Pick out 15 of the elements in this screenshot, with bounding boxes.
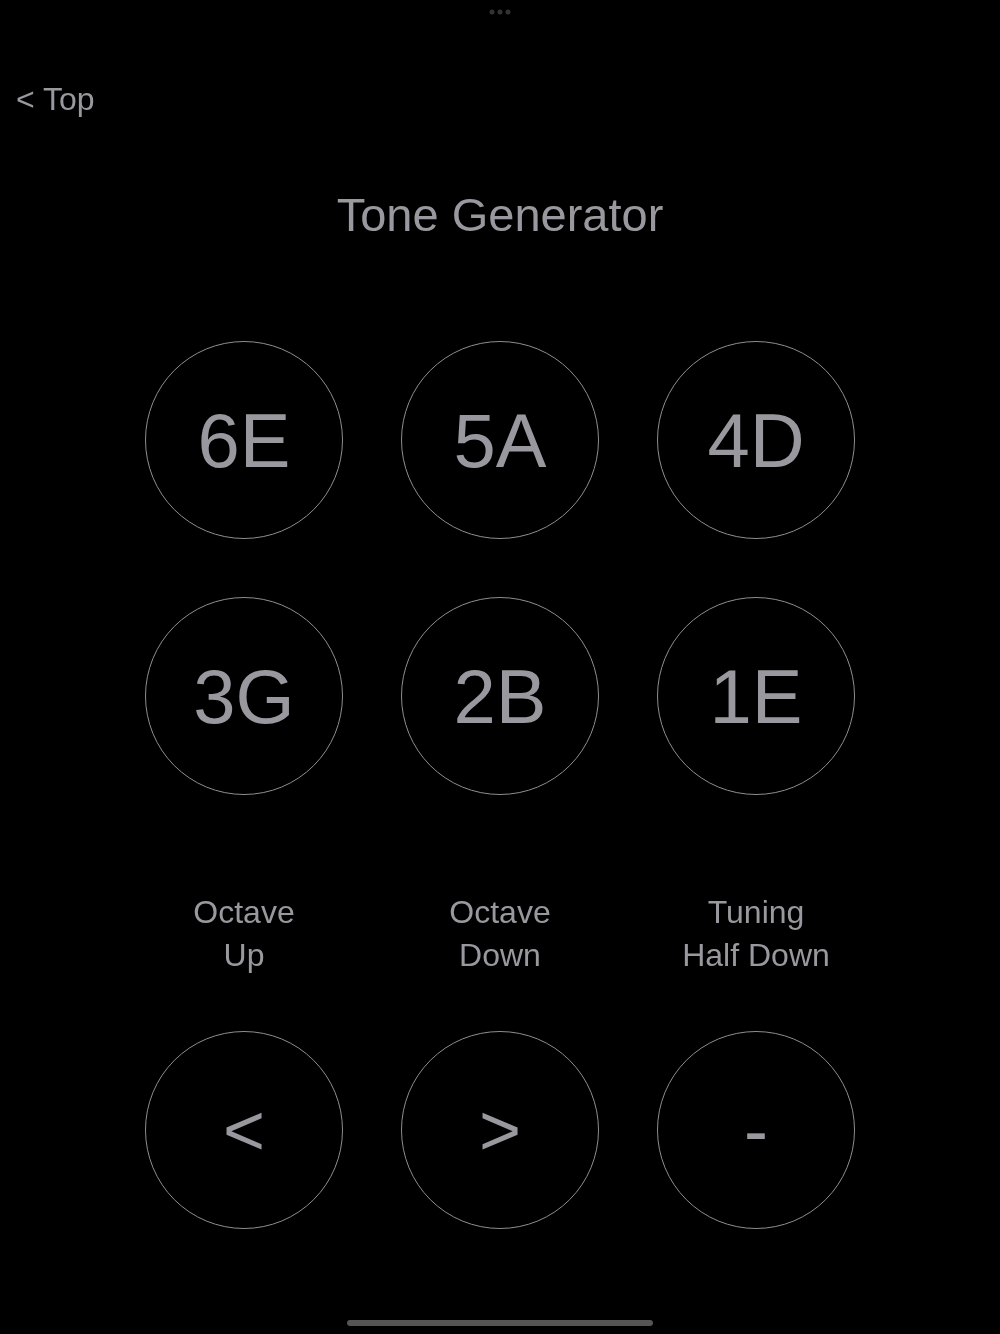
control-button[interactable]: - xyxy=(657,1031,855,1229)
more-dots-icon xyxy=(489,9,511,15)
control-button[interactable]: > xyxy=(401,1031,599,1229)
note-button[interactable]: 5A xyxy=(401,341,599,539)
control-caption: Tuning Half Down xyxy=(681,893,831,975)
control-button[interactable]: < xyxy=(145,1031,343,1229)
note-button[interactable]: 2B xyxy=(401,597,599,795)
back-link[interactable]: < Top xyxy=(16,81,95,117)
note-button[interactable]: 4D xyxy=(657,341,855,539)
note-button[interactable]: 6E xyxy=(145,341,343,539)
control-caption: Octave Down xyxy=(448,893,552,975)
note-button[interactable]: 1E xyxy=(657,597,855,795)
page-title: Tone Generator xyxy=(335,187,665,243)
note-button[interactable]: 3G xyxy=(145,597,343,795)
control-caption: Octave Up xyxy=(192,893,296,975)
